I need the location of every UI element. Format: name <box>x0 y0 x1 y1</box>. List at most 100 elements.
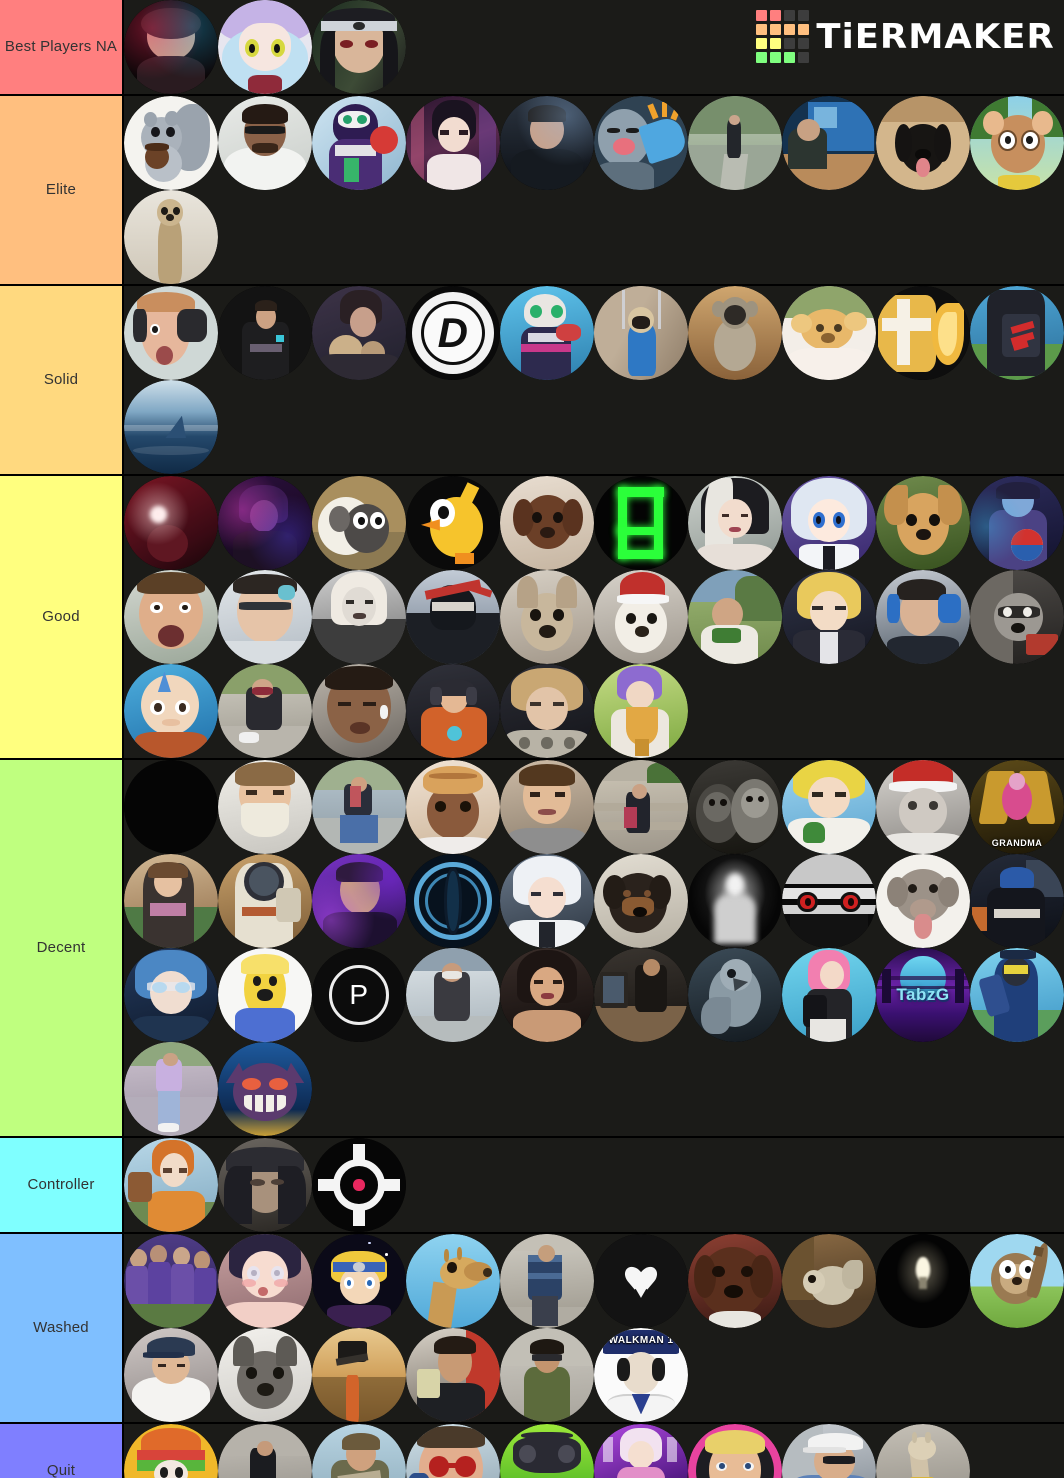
walkman-cartoon-avatar[interactable]: WALKMAN 1 <box>594 1328 688 1422</box>
rigby-regular-show[interactable] <box>970 1234 1064 1328</box>
spirok-controller-logo[interactable]: SPIROK <box>500 1424 594 1478</box>
anime-cross-fire-icon[interactable] <box>876 286 970 380</box>
white-dog-santa-hat[interactable] <box>594 570 688 664</box>
white-heart-icon[interactable] <box>594 1234 688 1328</box>
chocolate-lab-puppy[interactable] <box>500 476 594 570</box>
old-man-santa-hat-bw[interactable] <box>876 760 970 854</box>
teen-mask-outdoors[interactable] <box>406 948 500 1042</box>
green-neon-logo[interactable] <box>594 476 688 570</box>
gamer-blue-headset[interactable] <box>876 570 970 664</box>
grandma-logo-gold[interactable]: GRANDMA <box>970 760 1064 854</box>
man-desert-scene[interactable] <box>312 1424 406 1478</box>
fall-guys-burger-skin[interactable] <box>124 1424 218 1478</box>
fortnite-luchador-skin[interactable] <box>312 96 406 190</box>
anime-blue-hair-glasses[interactable] <box>124 948 218 1042</box>
fortnite-banana-peely[interactable] <box>218 948 312 1042</box>
person-dark-photo[interactable] <box>500 96 594 190</box>
teen-earbuds-portrait[interactable] <box>312 664 406 758</box>
fortnite-astronaut-skin[interactable] <box>218 854 312 948</box>
french-bulldog[interactable] <box>500 570 594 664</box>
gamer-orange-jacket[interactable] <box>406 664 500 758</box>
tier-label-controller[interactable]: Controller <box>0 1138 124 1232</box>
teen-mask-sitting-curb[interactable] <box>218 664 312 758</box>
teen-plaid-shirt-wall[interactable] <box>500 1234 594 1328</box>
anime-white-hair-girl[interactable] <box>782 476 876 570</box>
meerkat-standing[interactable] <box>124 190 218 284</box>
tier-label-good[interactable]: Good <box>0 476 124 758</box>
melanie-martinez-singer[interactable] <box>688 476 782 570</box>
tier-label-washed[interactable]: Washed <box>0 1234 124 1422</box>
taylor-swift-bw[interactable] <box>312 570 406 664</box>
faze-clan-logo-skin[interactable] <box>970 286 1064 380</box>
anime-hinata-blush[interactable] <box>218 1234 312 1328</box>
tier-label-quit[interactable]: Quit <box>0 1424 124 1478</box>
rottweiler-puppy[interactable] <box>594 854 688 948</box>
tier-label-solid[interactable]: Solid <box>0 286 124 474</box>
chihuahua-dog[interactable] <box>876 476 970 570</box>
crosshair-target-logo[interactable] <box>312 1138 406 1232</box>
anime-blonde-armor[interactable] <box>500 664 594 758</box>
teen-open-mouth-face[interactable] <box>124 570 218 664</box>
pug-on-swing[interactable] <box>594 286 688 380</box>
monkey-sitting[interactable] <box>688 286 782 380</box>
tier-label-best-players-na[interactable]: Best Players NA <box>0 0 124 94</box>
fortnite-pepsi-skin[interactable] <box>970 476 1064 570</box>
anime-itachi-dark[interactable] <box>218 1138 312 1232</box>
anime-white-hair-boy[interactable] <box>500 854 594 948</box>
red-ninja-logo[interactable] <box>406 570 500 664</box>
french-bulldog-grey[interactable] <box>218 1328 312 1422</box>
person-sidewalk-trees[interactable] <box>688 96 782 190</box>
fortnite-female-skin[interactable] <box>124 854 218 948</box>
raccoon-car[interactable] <box>970 570 1064 664</box>
anime-itachi[interactable] <box>312 0 406 94</box>
purple-neon-portrait[interactable] <box>218 476 312 570</box>
glowing-silhouette-bw[interactable] <box>688 854 782 948</box>
teen-black-shirt-dark[interactable] <box>218 286 312 380</box>
red-light-portrait[interactable] <box>124 476 218 570</box>
team-group-photo[interactable] <box>124 1234 218 1328</box>
letter-d-logo-white[interactable]: D <box>406 286 500 380</box>
dog-on-porch[interactable] <box>782 1234 876 1328</box>
person-holding-puppy[interactable] <box>312 286 406 380</box>
cartoon-dog-bed[interactable] <box>782 286 876 380</box>
fortnite-girl-trophy[interactable] <box>594 664 688 758</box>
fortnite-skull-skin[interactable] <box>500 286 594 380</box>
fortnite-pink-hair-skin[interactable] <box>782 948 876 1042</box>
tabzg-logo-synthwave[interactable]: TabzG <box>876 948 970 1042</box>
man-glasses-green-shirt[interactable] <box>500 1328 594 1422</box>
esports-player-backwood[interactable] <box>970 854 1064 948</box>
letter-p-logo-black[interactable]: P <box>312 948 406 1042</box>
cartoon-squirrel-acorn[interactable] <box>124 96 218 190</box>
purple-neon-gamer[interactable] <box>312 854 406 948</box>
kid-bread-on-head[interactable] <box>406 760 500 854</box>
man-glasses-white-hoodie[interactable] <box>218 96 312 190</box>
shark-fin-ocean[interactable] <box>124 380 218 474</box>
avatar-aang-airbender[interactable] <box>124 664 218 758</box>
anime-girl-city-night[interactable] <box>406 96 500 190</box>
black-empty-avatar[interactable] <box>124 760 218 854</box>
kid-red-sunglasses[interactable] <box>406 1424 500 1478</box>
fortnite-blue-skin[interactable] <box>970 948 1064 1042</box>
person-sitting-stairs[interactable] <box>218 1424 312 1478</box>
teen-face-mask[interactable] <box>218 760 312 854</box>
anime-minato-naruto[interactable] <box>782 570 876 664</box>
person-at-desk-setup[interactable] <box>594 948 688 1042</box>
chocolate-lab-closeup[interactable] <box>688 1234 782 1328</box>
man-holding-phone[interactable] <box>406 1328 500 1422</box>
streamer-headset-surprised[interactable] <box>124 286 218 380</box>
monkey-tongue-out[interactable] <box>876 854 970 948</box>
person-glasses-selfie[interactable] <box>218 570 312 664</box>
skateboard-trick-sunset[interactable] <box>312 1328 406 1422</box>
tier-label-decent[interactable]: Decent <box>0 760 124 1136</box>
anime-red-eyes-manga[interactable] <box>782 854 876 948</box>
teen-cap-sunglasses[interactable] <box>782 1424 876 1478</box>
black-lightbulb-glow[interactable] <box>876 1234 970 1328</box>
fortnite-autumn-skin[interactable] <box>124 1138 218 1232</box>
arthur-cartoon-aardvark[interactable] <box>970 96 1064 190</box>
woman-portrait-dark[interactable] <box>500 948 594 1042</box>
grey-bird-parrot[interactable] <box>688 948 782 1042</box>
person-outdoor-group[interactable] <box>688 570 782 664</box>
giraffe-blue-sky[interactable] <box>406 1234 500 1328</box>
teen-grey-shirt-smile[interactable] <box>500 760 594 854</box>
player-portrait-neon-red[interactable] <box>124 0 218 94</box>
